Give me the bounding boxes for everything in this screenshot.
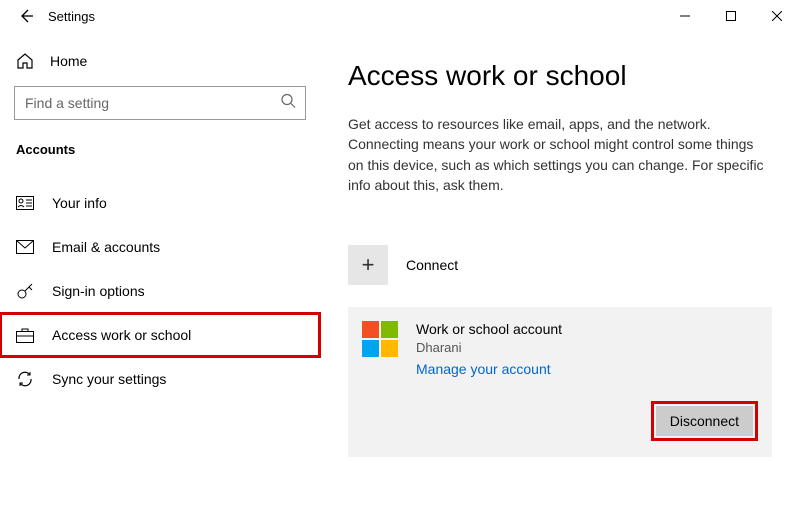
sidebar-item-access-work-school[interactable]: Access work or school bbox=[0, 313, 320, 357]
connect-button[interactable]: + Connect bbox=[348, 245, 772, 285]
disconnect-button[interactable]: Disconnect bbox=[656, 406, 753, 436]
search-input[interactable] bbox=[14, 86, 306, 120]
back-icon[interactable] bbox=[18, 8, 34, 24]
mail-icon bbox=[16, 238, 34, 256]
sync-icon bbox=[16, 370, 34, 388]
plus-icon: + bbox=[348, 245, 388, 285]
account-card[interactable]: Work or school account Dharani Manage yo… bbox=[348, 307, 772, 457]
sidebar-item-label: Sync your settings bbox=[52, 371, 166, 387]
disconnect-highlight: Disconnect bbox=[651, 401, 758, 441]
sidebar-item-label: Access work or school bbox=[52, 327, 191, 343]
window-controls bbox=[662, 0, 800, 32]
microsoft-logo-icon bbox=[362, 321, 398, 357]
home-label: Home bbox=[50, 53, 87, 69]
sidebar-item-label: Sign-in options bbox=[52, 283, 145, 299]
sidebar-item-sync[interactable]: Sync your settings bbox=[0, 357, 320, 401]
account-title: Work or school account bbox=[416, 321, 562, 337]
sidebar-item-email[interactable]: Email & accounts bbox=[0, 225, 320, 269]
sidebar-item-label: Email & accounts bbox=[52, 239, 160, 255]
main-panel: Access work or school Get access to reso… bbox=[320, 32, 800, 522]
sidebar-item-signin[interactable]: Sign-in options bbox=[0, 269, 320, 313]
titlebar: Settings bbox=[0, 0, 800, 32]
search-icon bbox=[280, 93, 296, 114]
page-description: Get access to resources like email, apps… bbox=[348, 114, 768, 195]
minimize-button[interactable] bbox=[662, 0, 708, 32]
account-user: Dharani bbox=[416, 340, 562, 355]
section-header: Accounts bbox=[0, 136, 320, 181]
home-nav[interactable]: Home bbox=[0, 46, 320, 82]
window-title: Settings bbox=[48, 9, 95, 24]
key-icon bbox=[16, 282, 34, 300]
sidebar: Home Accounts Your info Email & accounts bbox=[0, 32, 320, 522]
maximize-button[interactable] bbox=[708, 0, 754, 32]
home-icon bbox=[16, 52, 34, 70]
search-container bbox=[14, 86, 306, 120]
page-title: Access work or school bbox=[348, 60, 772, 92]
connect-label: Connect bbox=[406, 257, 458, 273]
manage-account-link[interactable]: Manage your account bbox=[416, 361, 562, 377]
person-card-icon bbox=[16, 194, 34, 212]
sidebar-item-your-info[interactable]: Your info bbox=[0, 181, 320, 225]
close-button[interactable] bbox=[754, 0, 800, 32]
briefcase-icon bbox=[16, 326, 34, 344]
sidebar-item-label: Your info bbox=[52, 195, 107, 211]
